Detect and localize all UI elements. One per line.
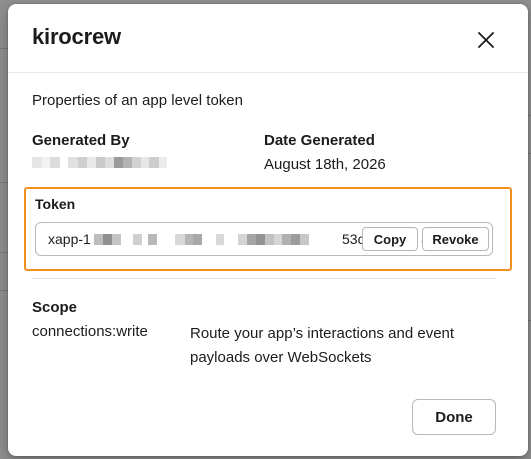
scope-label: Scope [32,299,78,316]
scope-name: connections:write [32,323,148,340]
token-field[interactable]: xapp-1 53c Copy 3 Revoke [35,222,493,256]
date-generated-label: Date Generated [264,132,375,149]
background-divider [0,182,8,183]
date-generated-value: August 18th, 2026 [264,156,386,173]
background-divider [0,290,8,291]
section-divider [32,278,496,279]
generated-by-value-redacted [32,157,167,168]
header-divider [8,72,528,73]
token-value-redacted [94,234,309,245]
token-label: Token [35,196,76,212]
token-properties-dialog: kirocrew Properties of an app level toke… [8,4,528,456]
revoke-token-button[interactable]: Revoke [422,227,489,251]
done-button[interactable]: Done [412,399,496,435]
background-divider [0,48,8,49]
scope-description: Route your app’s interactions and event … [190,325,455,366]
copy-token-button[interactable]: Copy [362,227,418,251]
background-divider [0,252,8,253]
dialog-subtitle: Properties of an app level token [32,92,243,109]
dialog-title: kirocrew [32,24,121,49]
close-button[interactable] [472,26,500,54]
close-icon [478,32,494,48]
token-value-prefix[interactable]: xapp-1 [48,231,91,247]
generated-by-label: Generated By [32,132,130,149]
